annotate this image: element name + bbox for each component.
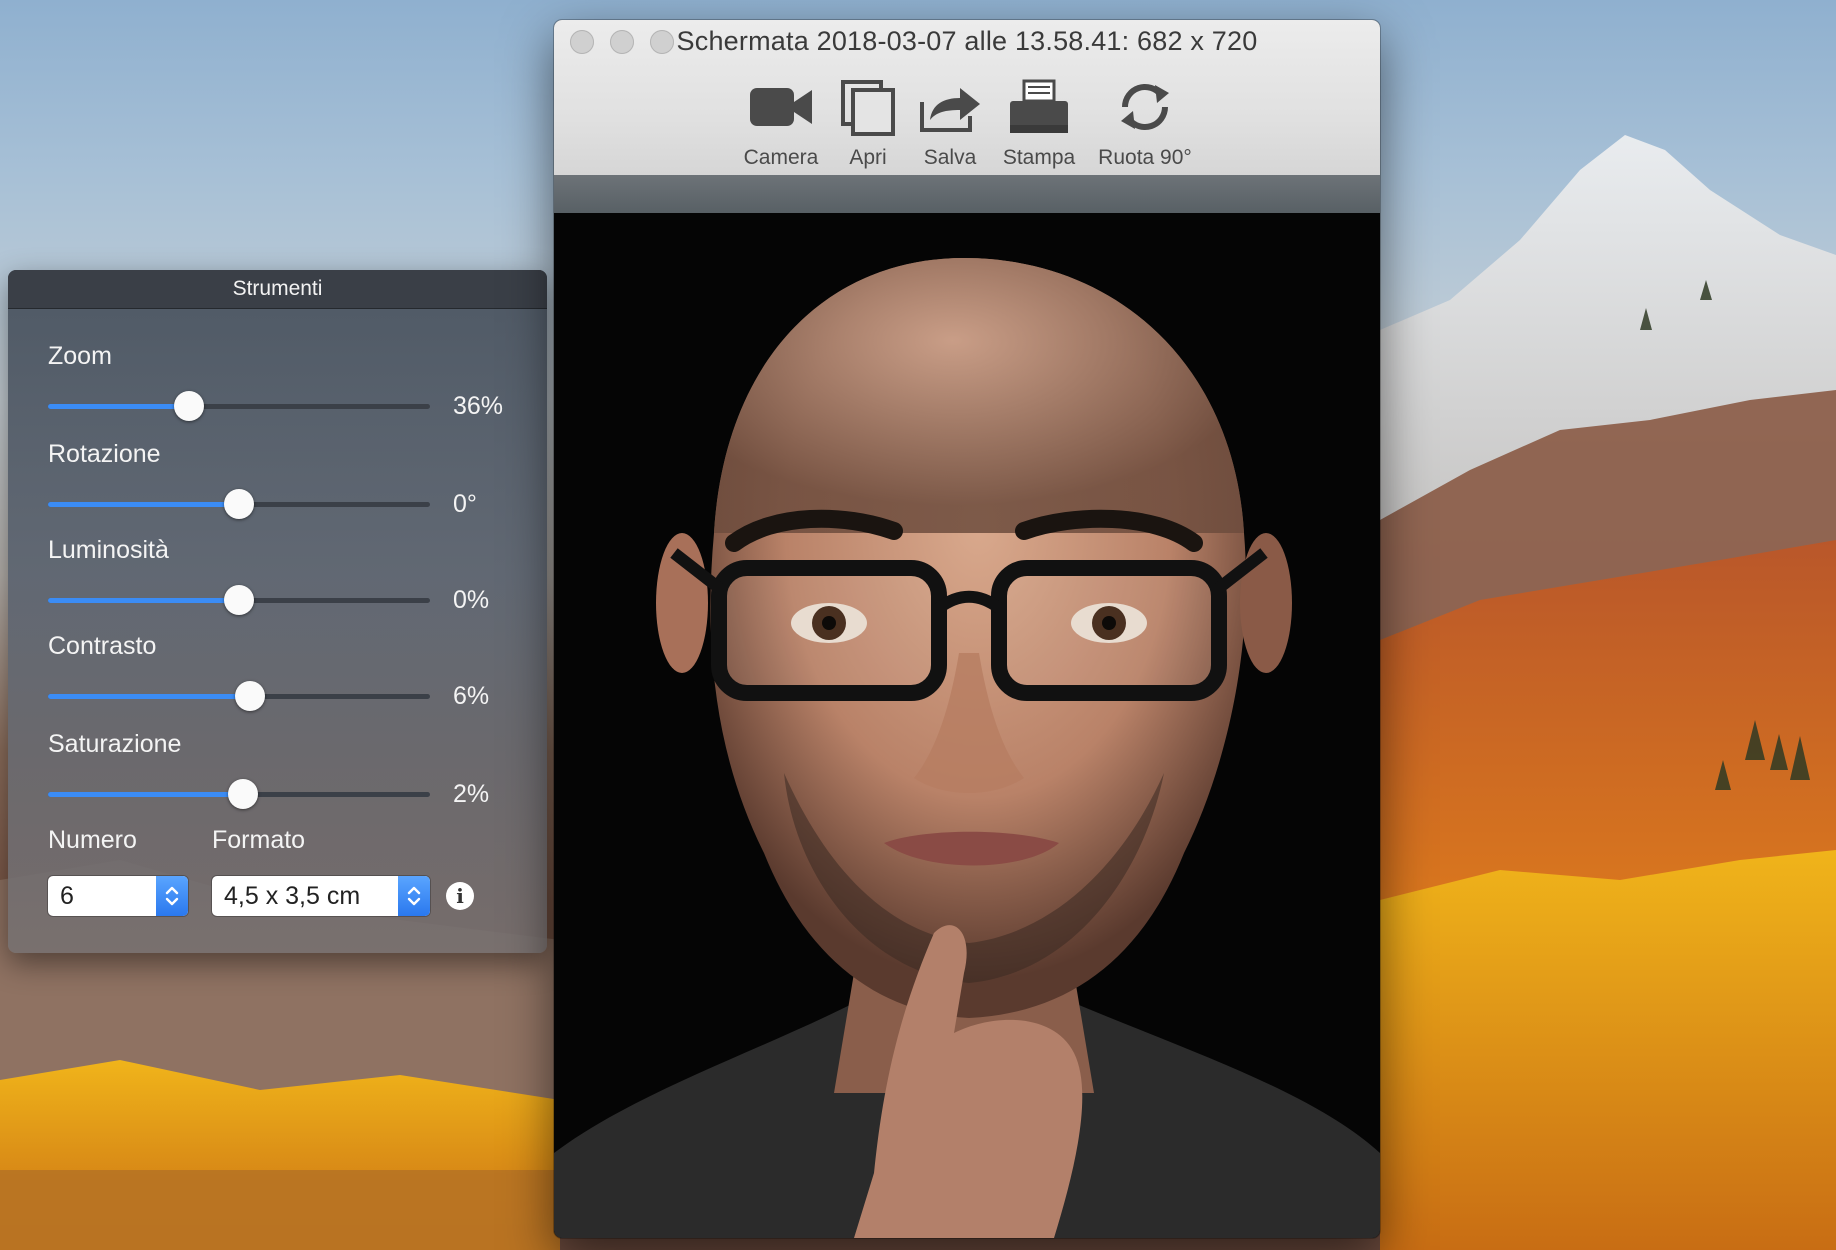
saturation-slider-group: Saturazione 2% [48, 730, 518, 809]
contrast-fill [48, 694, 251, 699]
zoom-value: 36% [453, 392, 504, 420]
open-button[interactable]: Apri [830, 76, 906, 170]
rotation-slider-group: Rotazione 0° [48, 440, 518, 519]
brightness-label: Luminosità [48, 536, 169, 564]
video-camera-icon [750, 88, 812, 126]
numero-stepper[interactable] [156, 876, 188, 916]
saturation-track[interactable] [48, 779, 430, 809]
contrast-knob[interactable] [235, 681, 266, 711]
preview-window: Schermata 2018-03-07 alle 13.58.41: 682 … [554, 20, 1380, 1238]
title-bar: Schermata 2018-03-07 alle 13.58.41: 682 … [554, 20, 1380, 176]
brightness-track[interactable] [48, 585, 430, 615]
tools-panel-title: Strumenti [8, 270, 547, 309]
rotation-value: 0° [453, 490, 477, 518]
zoom-knob[interactable] [174, 391, 205, 421]
saturation-slider[interactable]: 2% [48, 774, 518, 814]
camera-label: Camera [743, 146, 819, 169]
numero-popup[interactable]: 6 [48, 876, 188, 916]
rotation-label: Rotazione [48, 440, 161, 468]
formato-value: 4,5 x 3,5 cm [224, 882, 361, 910]
open-label: Apri [849, 146, 887, 169]
contrast-track[interactable] [48, 681, 430, 711]
saturation-knob[interactable] [227, 779, 258, 809]
save-label: Salva [923, 146, 977, 169]
save-button[interactable]: Salva [912, 76, 988, 170]
rotation-fill [48, 502, 239, 507]
formato-stepper[interactable] [398, 876, 430, 916]
zoom-slider-group: Zoom 36% [48, 342, 518, 421]
brightness-slider-group: Luminosità 0% [48, 536, 518, 615]
portrait-illustration [554, 213, 1380, 1238]
window-title: Schermata 2018-03-07 alle 13.58.41: 682 … [676, 26, 1258, 56]
formato-popup[interactable]: 4,5 x 3,5 cm [212, 876, 430, 916]
camera-button[interactable]: Camera [738, 76, 824, 170]
portrait-photo [554, 213, 1380, 1238]
zoom-track[interactable] [48, 391, 430, 421]
rotate-button[interactable]: Ruota 90° [1088, 76, 1202, 170]
numero-label: Numero [48, 826, 137, 854]
saturation-value: 2% [453, 780, 490, 808]
rotation-slider[interactable]: 0° [48, 484, 518, 524]
tools-panel: Strumenti Zoom 36% Rotazione 0° Luminosi… [8, 270, 547, 953]
formato-label: Formato [212, 826, 306, 854]
printer-icon [1010, 79, 1068, 133]
chevron-updown-icon [407, 886, 421, 906]
zoom-slider[interactable]: 36% [48, 386, 518, 426]
contrast-slider[interactable]: 6% [48, 676, 518, 716]
brightness-value: 0% [453, 586, 490, 614]
share-icon [920, 88, 980, 132]
numero-value: 6 [60, 882, 74, 910]
brightness-slider[interactable]: 0% [48, 580, 518, 620]
brightness-knob[interactable] [224, 585, 254, 615]
print-label: Stampa [1002, 146, 1076, 169]
contrast-value: 6% [453, 682, 490, 710]
brightness-fill [48, 598, 239, 603]
saturation-label: Saturazione [48, 730, 182, 758]
print-button[interactable]: Stampa [992, 76, 1086, 170]
rotate-icon [1121, 84, 1169, 130]
info-icon[interactable]: i [446, 882, 474, 910]
zoom-label: Zoom [48, 342, 112, 370]
rotation-knob[interactable] [224, 489, 254, 519]
rotation-track[interactable] [48, 489, 430, 519]
image-header-strip [554, 175, 1380, 213]
zoom-fill [48, 404, 190, 409]
saturation-fill [48, 792, 243, 797]
contrast-label: Contrasto [48, 632, 157, 660]
open-icon [841, 80, 895, 136]
rotate-label: Ruota 90° [1098, 146, 1192, 169]
contrast-slider-group: Contrasto 6% [48, 632, 518, 711]
chevron-updown-icon [165, 886, 179, 906]
